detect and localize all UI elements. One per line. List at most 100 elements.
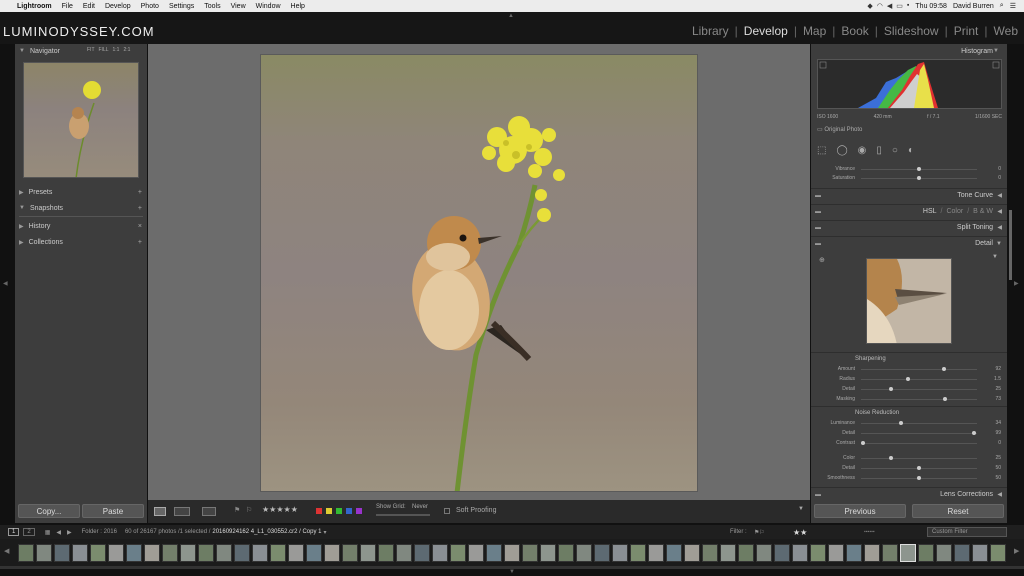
- status-icons[interactable]: ◆ ◠ ◀ ▭ ▪: [867, 2, 909, 10]
- nav-1-1[interactable]: 1:1: [113, 47, 120, 53]
- split-toning-header[interactable]: ▬ Split Toning ◀: [811, 220, 1007, 234]
- filmstrip-thumbnail[interactable]: [810, 544, 826, 562]
- color-nr-color-slider[interactable]: Color 25: [817, 455, 1001, 463]
- forward-arrow-icon[interactable]: ▶: [67, 529, 72, 536]
- snapshots-header[interactable]: ▼ Snapshots +: [15, 201, 147, 215]
- show-grid-select[interactable]: Never: [412, 504, 428, 510]
- filmstrip-thumbnail[interactable]: [90, 544, 106, 562]
- radial-filter-icon[interactable]: ○: [892, 145, 898, 156]
- histogram-graph[interactable]: [817, 59, 1002, 109]
- filmstrip-thumbnail[interactable]: [252, 544, 268, 562]
- slider-knob[interactable]: [889, 387, 893, 391]
- navigator-preview[interactable]: [23, 62, 139, 178]
- slider-knob[interactable]: [942, 367, 946, 371]
- panel-switch-icon[interactable]: ▬: [815, 492, 821, 498]
- right-panel-scrollbar[interactable]: [1009, 210, 1012, 280]
- compare-view-icon[interactable]: [202, 507, 216, 516]
- filmstrip-thumbnail[interactable]: [756, 544, 772, 562]
- filmstrip-thumbnail[interactable]: [864, 544, 880, 562]
- filmstrip-thumbnail[interactable]: [666, 544, 682, 562]
- panel-switch-icon[interactable]: ▬: [815, 225, 821, 231]
- filmstrip-thumbnail[interactable]: [360, 544, 376, 562]
- slider-knob[interactable]: [889, 456, 893, 460]
- color-label-yellow[interactable]: [326, 508, 332, 514]
- graduated-filter-icon[interactable]: ▯: [876, 145, 882, 156]
- filmstrip-thumbnail[interactable]: [234, 544, 250, 562]
- add-snapshot-icon[interactable]: +: [138, 205, 142, 212]
- collections-header[interactable]: ▶ Collections +: [15, 235, 147, 249]
- filmstrip-thumbnail[interactable]: [306, 544, 322, 562]
- filmstrip-thumbnail[interactable]: [792, 544, 808, 562]
- menu-window[interactable]: Window: [256, 3, 281, 10]
- grid-size-slider[interactable]: [376, 514, 430, 516]
- menu-view[interactable]: View: [231, 3, 246, 10]
- filmstrip-thumbnail[interactable]: [342, 544, 358, 562]
- filmstrip-thumbnail[interactable]: [936, 544, 952, 562]
- vibrance-slider[interactable]: Vibrance 0: [817, 166, 1001, 174]
- filmstrip-thumbnail[interactable]: [144, 544, 160, 562]
- star-rating[interactable]: ★★★★★: [262, 505, 298, 514]
- filmstrip-thumbnail[interactable]: [108, 544, 124, 562]
- module-develop[interactable]: Develop: [744, 24, 788, 38]
- history-header[interactable]: ▶ History ×: [15, 219, 147, 233]
- filmstrip[interactable]: ◀ ▶: [0, 539, 1024, 569]
- collapse-right-icon[interactable]: ▶: [1014, 280, 1019, 287]
- slider-knob[interactable]: [972, 431, 976, 435]
- filmstrip-thumbnail[interactable]: [630, 544, 646, 562]
- chevron-down-icon[interactable]: ▾: [323, 529, 326, 536]
- slider-knob[interactable]: [917, 466, 921, 470]
- main-photo[interactable]: [260, 54, 698, 492]
- hsl-header[interactable]: ▬ HSL / Color / B & W ◀: [811, 204, 1007, 218]
- menu-file[interactable]: File: [62, 3, 73, 10]
- menu-settings[interactable]: Settings: [169, 3, 194, 10]
- color-label-green[interactable]: [336, 508, 342, 514]
- filmstrip-thumbnail[interactable]: [378, 544, 394, 562]
- search-icon[interactable]: ⌕: [1000, 2, 1004, 10]
- color-label-blue[interactable]: [346, 508, 352, 514]
- color-label-red[interactable]: [316, 508, 322, 514]
- menu-photo[interactable]: Photo: [141, 3, 159, 10]
- reject-flag-icon[interactable]: ⚐: [246, 506, 252, 514]
- luminance-nr-detail-slider[interactable]: Detail 99: [817, 430, 1001, 438]
- clear-history-icon[interactable]: ×: [138, 223, 142, 230]
- battery-icon[interactable]: ▭: [896, 2, 903, 10]
- volume-icon[interactable]: ◀: [887, 2, 892, 10]
- collapse-left-icon[interactable]: ◀: [3, 280, 8, 287]
- detail-target-icon[interactable]: ⊕: [819, 256, 825, 264]
- filmstrip-thumbnail[interactable]: [882, 544, 898, 562]
- saturation-knob[interactable]: [917, 176, 921, 180]
- current-filename[interactable]: 20160924162 4_L1_030552.cr2 / Copy 1: [212, 529, 321, 535]
- window-1-button[interactable]: 1: [8, 528, 20, 536]
- slider-knob[interactable]: [943, 397, 947, 401]
- module-library[interactable]: Library: [692, 24, 729, 38]
- wifi-icon[interactable]: ◠: [877, 2, 883, 10]
- filmstrip-thumbnail[interactable]: [198, 544, 214, 562]
- sharpening-detail-slider[interactable]: Detail 25: [817, 386, 1001, 394]
- filmstrip-thumbnail[interactable]: [720, 544, 736, 562]
- filmstrip-thumbnail[interactable]: [432, 544, 448, 562]
- filmstrip-thumbnail[interactable]: [504, 544, 520, 562]
- slider-knob[interactable]: [917, 476, 921, 480]
- add-preset-icon[interactable]: +: [138, 189, 142, 196]
- filmstrip-thumbnail[interactable]: [36, 544, 52, 562]
- filmstrip-thumbnail[interactable]: [594, 544, 610, 562]
- panel-switch-icon[interactable]: ▬: [815, 193, 821, 199]
- luminance-nr-luminance-slider[interactable]: Luminance 34: [817, 420, 1001, 428]
- filmstrip-thumbnail[interactable]: [270, 544, 286, 562]
- filmstrip-thumbnail[interactable]: [576, 544, 592, 562]
- window-2-button[interactable]: 2: [23, 528, 35, 536]
- histogram-header[interactable]: Histogram ▼: [811, 44, 1007, 58]
- filmstrip-thumbnail[interactable]: [990, 544, 1006, 562]
- filmstrip-thumbnail[interactable]: [972, 544, 988, 562]
- add-collection-icon[interactable]: +: [138, 239, 142, 246]
- sharpening-amount-slider[interactable]: Amount 92: [817, 366, 1001, 374]
- back-arrow-icon[interactable]: ◀: [56, 529, 61, 536]
- filmstrip-thumbnail[interactable]: [774, 544, 790, 562]
- slider-knob[interactable]: [861, 441, 865, 445]
- menu-help[interactable]: Help: [291, 3, 305, 10]
- detail-zoom-preview[interactable]: [866, 258, 952, 344]
- toolbar-menu-icon[interactable]: ▼: [798, 506, 804, 512]
- filmstrip-thumbnail[interactable]: [414, 544, 430, 562]
- rating-filter[interactable]: ★★: [793, 528, 807, 537]
- module-book[interactable]: Book: [841, 24, 868, 38]
